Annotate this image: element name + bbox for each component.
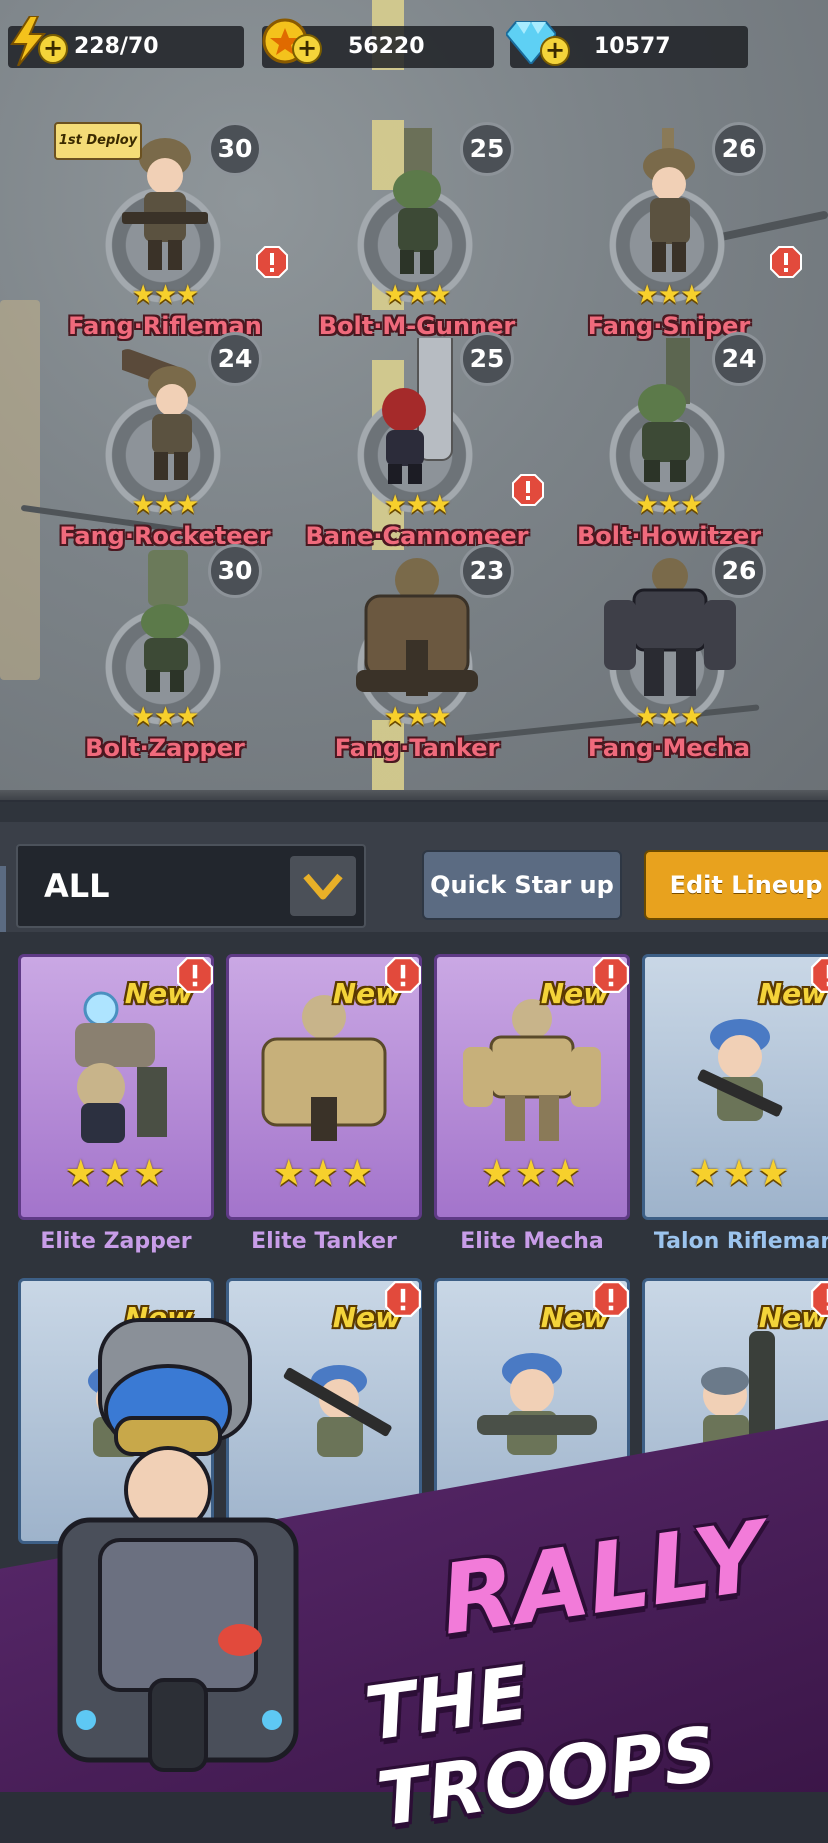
gold-counter[interactable]: + 56220 <box>262 18 494 68</box>
unit-name: Fang·Tanker <box>334 734 500 762</box>
unit-stars: ★★★ <box>383 490 452 520</box>
card-elite-zapper[interactable]: New ★★★ Elite Zapper <box>18 954 214 1254</box>
sniper-figure <box>643 128 695 272</box>
unit-name: Bolt·Zapper <box>85 734 245 762</box>
alert-icon <box>177 957 213 993</box>
battlefield: + 228/70 + 56220 + 10577 30 ★★★ Fang·Rif… <box>0 0 828 800</box>
gems-counter[interactable]: + 10577 <box>506 21 748 68</box>
battlefield-edge <box>0 790 828 800</box>
add-energy-icon[interactable]: + <box>38 34 68 64</box>
m-gunner-figure <box>393 128 441 274</box>
elite-mecha-art <box>463 999 601 1141</box>
first-deploy-badge: 1st Deploy <box>54 122 142 160</box>
card-stars: ★★★ <box>480 1153 584 1194</box>
card-name: Talon Rifleman <box>653 1229 828 1254</box>
unit-stars: ★★★ <box>383 280 452 310</box>
unit-stars: ★★★ <box>383 702 452 732</box>
filter-dropdown[interactable]: ALL <box>16 844 366 928</box>
unit-level-badge: 25 <box>460 122 514 176</box>
add-gold-icon[interactable]: + <box>292 34 322 64</box>
zapper-figure <box>141 550 189 692</box>
howitzer-figure <box>638 338 690 482</box>
unit-level-badge: 24 <box>208 332 262 386</box>
unit-fang-sniper[interactable]: 26 ★★★ Fang·Sniper <box>564 110 802 340</box>
unit-stars: ★★★ <box>635 702 704 732</box>
card-name: Elite Mecha <box>460 1229 604 1254</box>
cannoneer-figure <box>382 338 453 484</box>
unit-stars: ★★★ <box>635 280 704 310</box>
unit-level-badge: 26 <box>712 122 766 176</box>
elite-tanker-art <box>261 995 387 1141</box>
talon-rifleman-art <box>697 1019 783 1121</box>
card-elite-mecha[interactable]: New ★★★ Elite Mecha <box>434 954 630 1254</box>
alert-icon <box>385 1281 421 1317</box>
alert-icon <box>512 474 544 506</box>
unit-bolt-howitzer[interactable]: 24 ★★★ Bolt·Howitzer <box>564 320 774 550</box>
unit-stars: ★★★ <box>131 702 200 732</box>
unit-stars: ★★★ <box>131 280 200 310</box>
card-name: Elite Zapper <box>40 1229 192 1254</box>
side-tab[interactable] <box>0 866 6 932</box>
energy-counter[interactable]: + 228/70 <box>8 16 244 68</box>
unit-stars: ★★★ <box>635 490 704 520</box>
unit-stars: ★★★ <box>131 490 200 520</box>
unit-level-badge: 25 <box>460 332 514 386</box>
unit-level-badge: 26 <box>712 544 766 598</box>
rocketeer-figure <box>122 349 196 480</box>
chevron-down-icon <box>303 873 343 900</box>
soldier-art <box>477 1353 597 1455</box>
panel-toolbar: ALL Quick Star up Edit Lineup <box>0 822 828 932</box>
hero-tank-illustration <box>57 1318 299 1772</box>
quick-star-up-button[interactable]: Quick Star up <box>422 850 622 920</box>
add-gems-icon[interactable]: + <box>540 36 570 66</box>
unit-bane-cannoneer[interactable]: 25 ★★★ Bane·Cannoneer <box>306 320 544 550</box>
elite-zapper-art <box>75 991 167 1143</box>
unit-level-badge: 30 <box>208 122 262 176</box>
gold-value: 56220 <box>348 34 425 59</box>
card-stars: ★★★ <box>688 1153 792 1194</box>
unit-fang-tanker[interactable]: 23 ★★★ Fang·Tanker <box>312 532 522 762</box>
card-stars: ★★★ <box>64 1153 168 1194</box>
gems-value: 10577 <box>594 34 671 59</box>
alert-icon <box>385 957 421 993</box>
alert-icon <box>593 957 629 993</box>
card-stars: ★★★ <box>272 1153 376 1194</box>
energy-value: 228/70 <box>74 34 159 59</box>
card-name: Elite Tanker <box>251 1229 397 1254</box>
alert-icon <box>811 957 828 993</box>
unit-level-badge: 23 <box>460 544 514 598</box>
card-talon-rifleman[interactable]: New ★★★ Talon Rifleman <box>642 954 828 1254</box>
alert-icon <box>256 246 288 278</box>
unit-level-badge: 30 <box>208 544 262 598</box>
unit-fang-rocketeer[interactable]: 24 ★★★ Fang·Rocketeer <box>59 320 271 550</box>
unit-bolt-m-gunner[interactable]: 25 ★★★ Bolt·M-Gunner <box>312 110 522 340</box>
alert-icon <box>593 1281 629 1317</box>
unit-bolt-zapper[interactable]: 30 ★★★ Bolt·Zapper <box>60 532 270 762</box>
wall-edge <box>0 300 40 680</box>
filter-selected-value: ALL <box>44 867 110 905</box>
unit-level-badge: 24 <box>712 332 766 386</box>
unit-name: Fang·Mecha <box>587 734 751 762</box>
dropdown-toggle[interactable] <box>290 856 356 916</box>
edit-lineup-button[interactable]: Edit Lineup <box>644 850 828 920</box>
card-elite-tanker[interactable]: New ★★★ Elite Tanker <box>226 954 422 1254</box>
alert-icon <box>811 1281 828 1317</box>
alert-icon <box>770 246 802 278</box>
unit-fang-mecha[interactable]: 26 ★★★ Fang·Mecha <box>564 532 774 762</box>
